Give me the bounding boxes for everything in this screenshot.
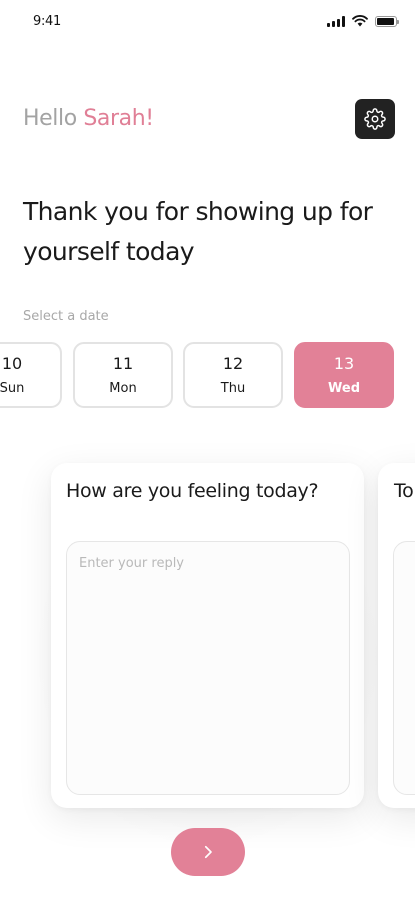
date-card-number: 10 xyxy=(1,354,23,373)
status-bar: 9:41 xyxy=(0,0,415,44)
date-card-day: Mon xyxy=(109,381,137,396)
gear-icon xyxy=(364,108,386,130)
wifi-icon xyxy=(352,15,368,27)
date-card-13-selected[interactable]: 13 Wed xyxy=(294,342,394,408)
reply-box-next xyxy=(393,541,415,795)
greeting-hello: Hello xyxy=(23,106,77,131)
greeting-name: Sarah! xyxy=(83,106,154,131)
reply-input[interactable] xyxy=(66,541,350,795)
date-label: Select a date xyxy=(23,309,109,324)
question-text-next: To xyxy=(394,480,414,502)
date-card-number: 11 xyxy=(112,354,134,373)
date-card-number: 12 xyxy=(222,354,244,373)
date-card-day: Thu xyxy=(220,381,246,396)
date-card-day: Sun xyxy=(0,381,25,396)
chevron-right-icon xyxy=(204,845,212,859)
next-button[interactable] xyxy=(171,828,245,876)
date-card-11[interactable]: 11 Mon xyxy=(73,342,173,408)
question-text: How are you feeling today? xyxy=(66,480,319,502)
date-card-10[interactable]: 10 Sun xyxy=(0,342,62,408)
date-card-number: 13 xyxy=(333,354,355,373)
date-card-day: Wed xyxy=(328,381,360,396)
signal-icon xyxy=(327,15,345,27)
greeting: Hello Sarah! xyxy=(23,106,154,131)
battery-icon xyxy=(375,15,399,27)
date-card-12[interactable]: 12 Thu xyxy=(183,342,283,408)
status-icons xyxy=(327,15,399,27)
app-screen: 9:41 Hello Sarah! Thank you for showing … xyxy=(0,0,415,900)
headline: Thank you for showing up for yourself to… xyxy=(23,197,373,266)
settings-button[interactable] xyxy=(355,99,395,139)
question-card-next[interactable]: To xyxy=(378,463,415,808)
status-time: 9:41 xyxy=(33,14,61,29)
question-card: How are you feeling today? xyxy=(51,463,364,808)
